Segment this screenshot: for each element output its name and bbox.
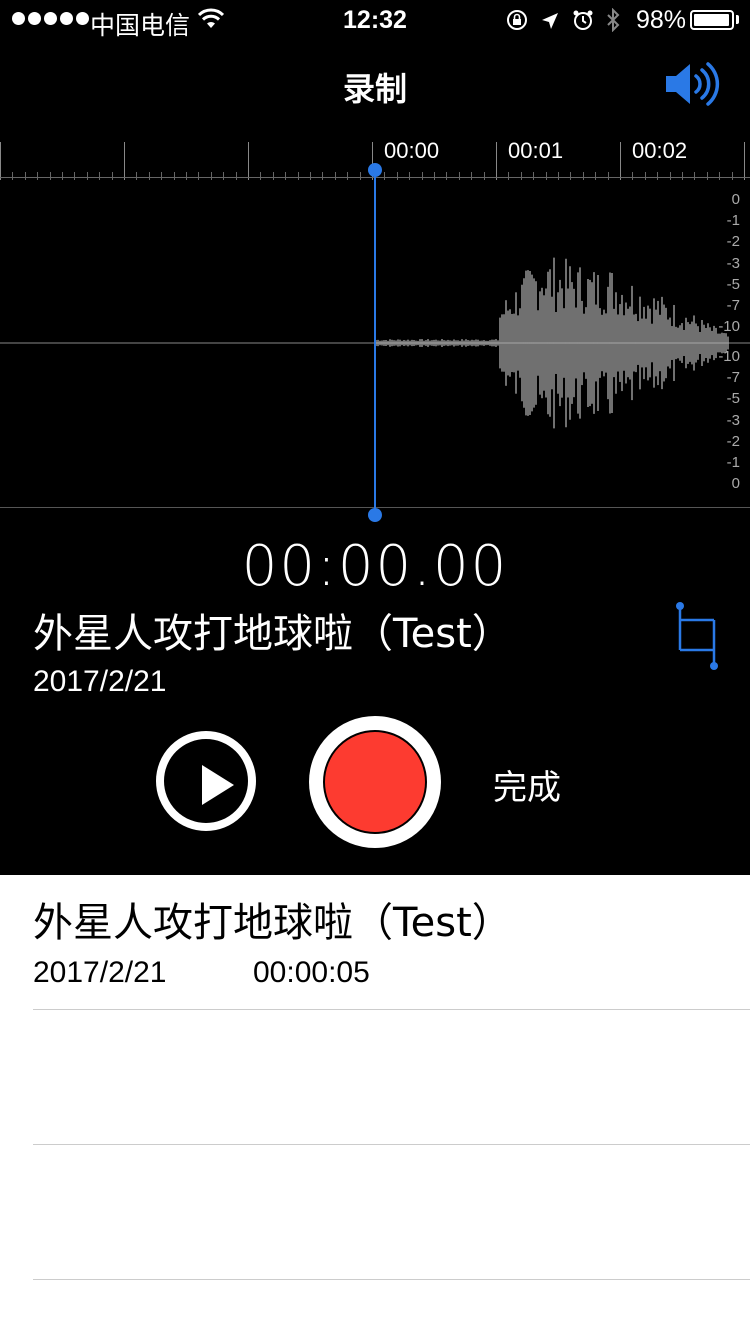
db-scale-label: -2 xyxy=(726,432,740,450)
page-title: 录制 xyxy=(342,71,407,107)
play-icon xyxy=(202,765,234,805)
status-bar: 中国电信 12:32 98% xyxy=(0,0,750,40)
timeline-tick xyxy=(248,142,249,180)
db-scale-label: -3 xyxy=(726,254,740,272)
record-button[interactable] xyxy=(309,716,441,848)
timeline-tick xyxy=(496,142,497,180)
list-separator xyxy=(33,1009,750,1010)
playhead[interactable] xyxy=(374,170,376,515)
location-arrow-icon xyxy=(540,10,560,38)
alarm-icon xyxy=(572,9,594,38)
db-scale-label: -5 xyxy=(726,275,740,293)
record-icon xyxy=(323,730,427,834)
db-scale-label: -1 xyxy=(726,454,740,471)
rotation-lock-icon xyxy=(506,9,528,38)
db-scale-label: -2 xyxy=(726,233,740,251)
timeline-label: 00:00 xyxy=(384,138,440,163)
battery-percent: 98% xyxy=(636,6,687,34)
db-scale-label: 0 xyxy=(731,475,740,493)
db-scale-label: -7 xyxy=(726,369,740,387)
recording-title[interactable]: 外星人攻打地球啦（Test） xyxy=(33,601,512,659)
play-button[interactable] xyxy=(156,731,256,831)
timeline-tick xyxy=(744,142,745,180)
db-scale-label: -1 xyxy=(726,212,740,230)
battery-icon xyxy=(690,10,734,30)
elapsed-timer: 00:00.00 xyxy=(241,534,509,599)
trim-icon[interactable] xyxy=(674,600,724,677)
db-scale-label: -10 xyxy=(718,348,740,365)
list-separator xyxy=(33,1144,750,1145)
db-scale-label: -10 xyxy=(718,318,740,336)
playhead-bottom-handle[interactable] xyxy=(368,508,382,522)
timeline-tick xyxy=(620,142,621,180)
timeline-tick xyxy=(0,142,1,180)
done-button[interactable]: 完成 xyxy=(493,760,561,809)
timeline-label: 00:02 xyxy=(632,138,688,163)
bluetooth-icon xyxy=(606,7,620,39)
list-item-duration: 00:00:05 xyxy=(253,956,370,989)
playhead-top-handle[interactable] xyxy=(368,163,382,177)
recording-date: 2017/2/21 xyxy=(33,665,167,698)
db-scale-label: -7 xyxy=(726,297,740,314)
list-item-date: 2017/2/21 xyxy=(33,956,167,989)
list-item-title[interactable]: 外星人攻打地球啦（Test） xyxy=(33,890,512,948)
db-scale-label: 0 xyxy=(731,191,740,208)
db-scale-label: -5 xyxy=(726,390,740,408)
db-scale-label: -3 xyxy=(726,411,740,429)
timeline-label: 00:01 xyxy=(508,138,564,163)
timeline-tick xyxy=(124,142,125,180)
speaker-icon[interactable] xyxy=(664,60,720,113)
list-separator xyxy=(33,1279,750,1280)
